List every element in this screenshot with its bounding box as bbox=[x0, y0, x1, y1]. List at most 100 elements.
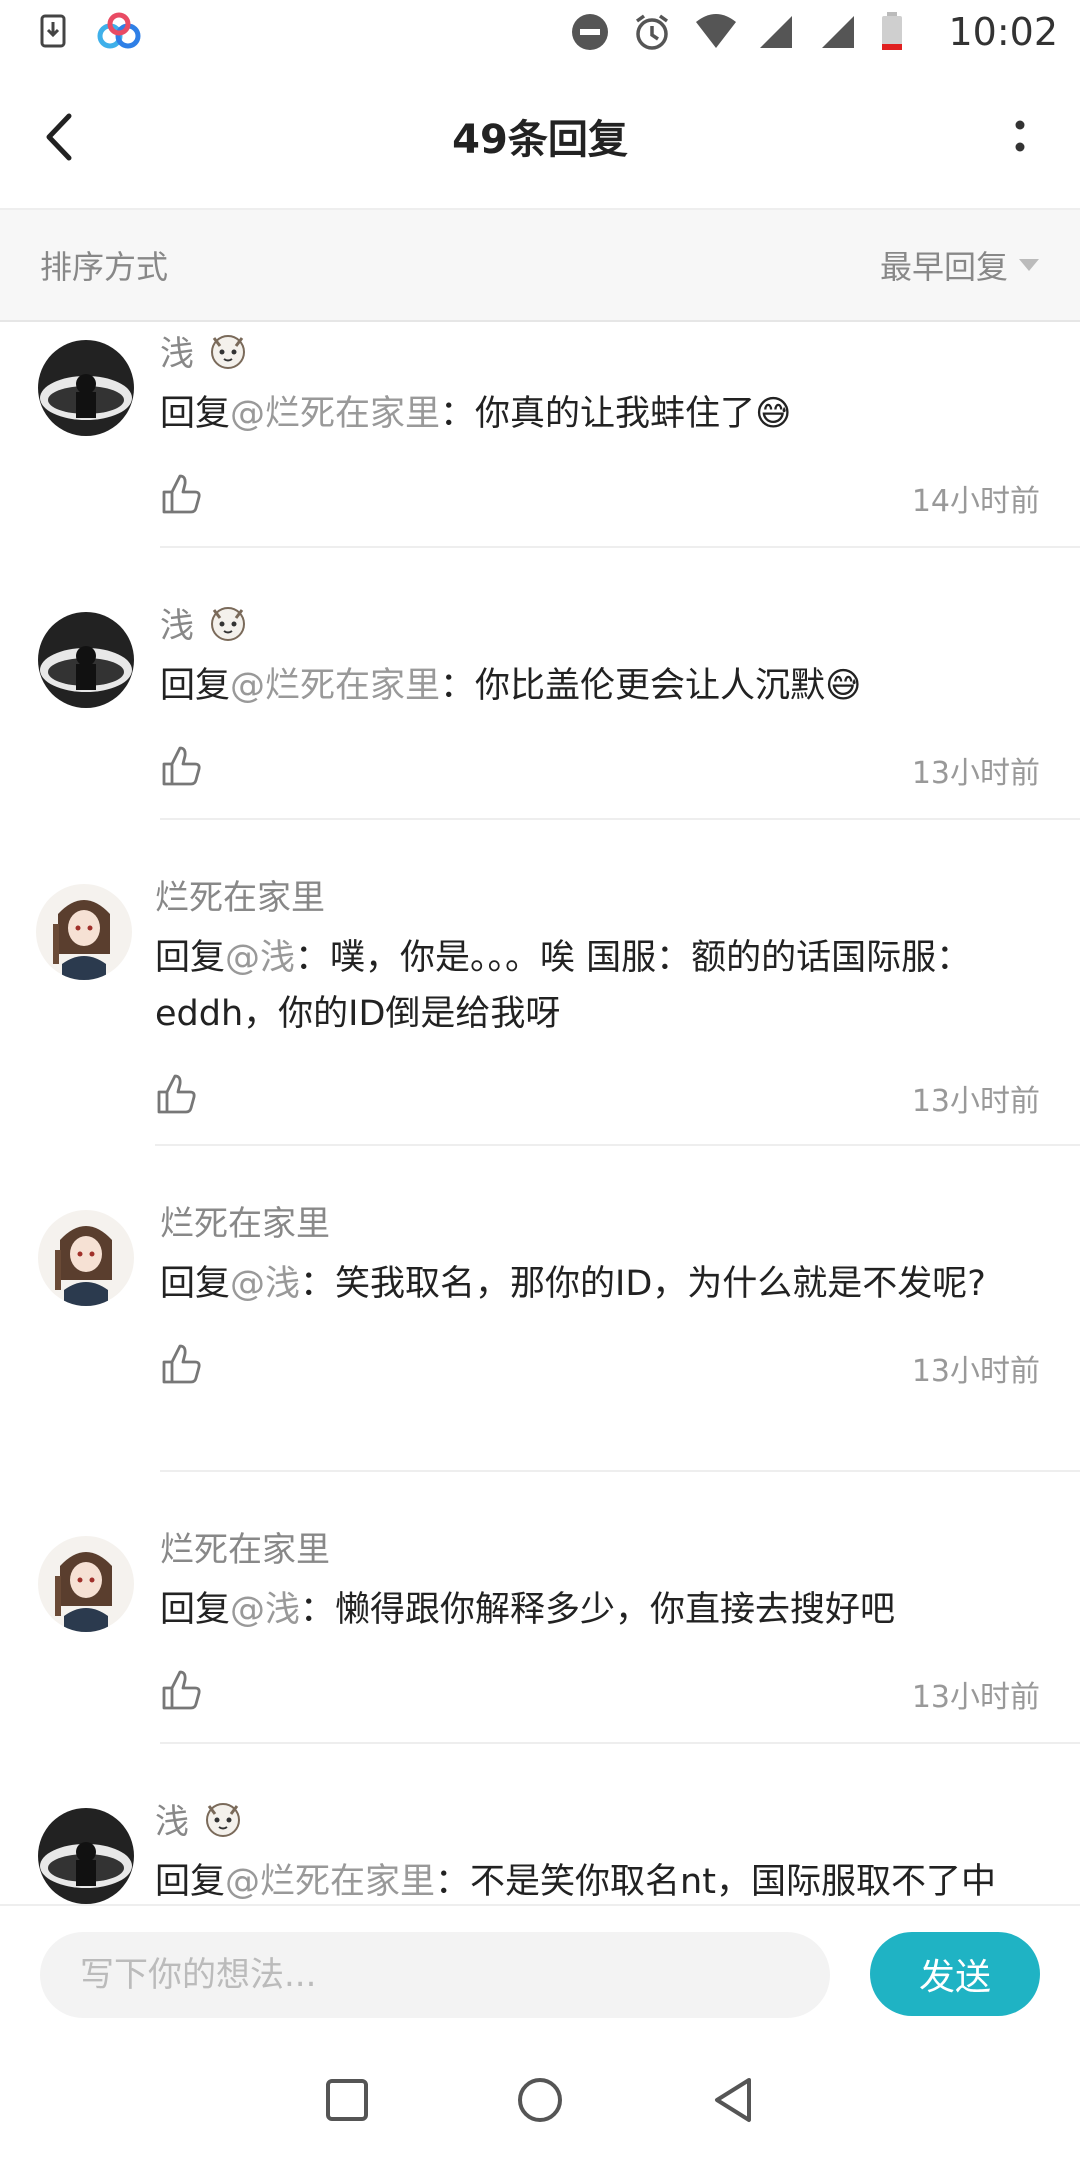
back-nav-button[interactable] bbox=[703, 2070, 763, 2130]
reply-item: 烂死在家里 回复@浅：笑我取名，那你的ID，为什么就是不发呢? 13小时前 bbox=[0, 1192, 1080, 1518]
reply-divider bbox=[160, 546, 1080, 548]
like-button[interactable] bbox=[160, 1668, 208, 1716]
reply-prefix: 回复 bbox=[160, 394, 231, 434]
reply-time: 13小时前 bbox=[911, 1354, 1040, 1389]
app-header: 49条回复 bbox=[0, 64, 1080, 210]
username-text: 烂死在家里 bbox=[160, 1203, 330, 1244]
avatar[interactable] bbox=[38, 612, 134, 708]
reply-time: 13小时前 bbox=[911, 1084, 1040, 1119]
mention-link[interactable]: @浅 bbox=[225, 938, 295, 978]
reply-content: 回复@浅：懒得跟你解释多少，你直接去搜好吧 bbox=[160, 1582, 1040, 1638]
reply-prefix: 回复 bbox=[155, 938, 226, 978]
reply-meta: 14小时前 bbox=[160, 468, 1040, 528]
avatar[interactable] bbox=[38, 340, 134, 436]
reply-divider bbox=[155, 1144, 1080, 1146]
sort-bar: 排序方式 最早回复 bbox=[0, 210, 1080, 322]
username-text: 浅 bbox=[160, 333, 194, 374]
like-button[interactable] bbox=[160, 472, 208, 520]
thumbs-up-icon bbox=[157, 1074, 196, 1114]
reply-username[interactable]: 浅 bbox=[155, 1790, 1040, 1846]
wifi-icon bbox=[694, 12, 737, 52]
reply-meta: 13小时前 bbox=[160, 740, 1040, 800]
sort-dropdown[interactable]: 最早回复 bbox=[880, 242, 1040, 288]
reply-content: 回复@烂死在家里：你真的让我蚌住了😅 bbox=[160, 386, 1040, 442]
reply-prefix: 回复 bbox=[160, 1264, 231, 1304]
more-options-button[interactable] bbox=[990, 107, 1050, 167]
reply-list[interactable]: 浅 回复@烂死在家里：你真的让我蚌住了😅 14小时前 浅 回复@烂死在家里：你比… bbox=[0, 322, 1080, 1904]
reply-text: ：懒得跟你解释多少，你直接去搜好吧 bbox=[300, 1590, 896, 1630]
page-title: 49条回复 bbox=[452, 117, 628, 163]
thumbs-up-icon bbox=[162, 1344, 201, 1384]
username-text: 烂死在家里 bbox=[155, 877, 325, 918]
send-button[interactable]: 发送 bbox=[870, 1932, 1040, 2016]
back-button[interactable] bbox=[34, 102, 84, 172]
reply-content: 回复@浅：噗，你是。。。唉 国服：额的的话国际服：eddh，你的ID倒是给我呀 bbox=[155, 930, 1040, 1042]
mention-link[interactable]: @浅 bbox=[230, 1264, 300, 1304]
recents-button[interactable] bbox=[317, 2070, 377, 2130]
status-bar-left bbox=[34, 12, 141, 52]
thumbs-up-icon bbox=[162, 474, 201, 514]
reply-username[interactable]: 烂死在家里 bbox=[155, 866, 1040, 922]
reply-content: 回复@烂死在家里：不是笑你取名nt，国际服取不了中 bbox=[155, 1854, 1040, 1904]
avatar[interactable] bbox=[38, 1808, 134, 1904]
avatar[interactable] bbox=[38, 1210, 134, 1306]
caret-down-icon bbox=[1019, 259, 1039, 271]
square-icon bbox=[325, 2079, 368, 2121]
reply-divider bbox=[160, 818, 1080, 820]
reply-meta: 13小时前 bbox=[160, 1664, 1040, 1724]
home-button[interactable] bbox=[510, 2070, 570, 2130]
reply-text: ：你比盖伦更会让人沉默😅 bbox=[440, 666, 862, 706]
more-vertical-icon bbox=[1015, 120, 1025, 152]
baidu-cloud-icon bbox=[96, 12, 141, 52]
reply-meta: 13小时前 bbox=[160, 1338, 1040, 1398]
comment-input[interactable] bbox=[40, 1932, 830, 2018]
like-button[interactable] bbox=[160, 1342, 208, 1390]
reply-prefix: 回复 bbox=[155, 1862, 226, 1902]
reply-item: 浅 回复@烂死在家里：你真的让我蚌住了😅 14小时前 bbox=[0, 322, 1080, 594]
reply-username[interactable]: 烂死在家里 bbox=[160, 1192, 1040, 1248]
chevron-left-icon bbox=[46, 113, 72, 161]
user-badge-icon bbox=[206, 600, 250, 644]
avatar[interactable] bbox=[36, 884, 132, 980]
reply-content: 回复@烂死在家里：你比盖伦更会让人沉默😅 bbox=[160, 658, 1040, 714]
reply-divider bbox=[160, 1470, 1080, 1472]
status-bar-right: 10:02 bbox=[570, 10, 1058, 54]
reply-text: ：不是笑你取名nt，国际服取不了中 bbox=[435, 1862, 996, 1902]
reply-item: 浅 回复@烂死在家里：你比盖伦更会让人沉默😅 13小时前 bbox=[0, 594, 1080, 866]
alarm-icon bbox=[632, 12, 672, 52]
username-text: 浅 bbox=[160, 605, 194, 646]
username-text: 浅 bbox=[155, 1801, 189, 1842]
reply-item: 烂死在家里 回复@浅：噗，你是。。。唉 国服：额的的话国际服：eddh，你的ID… bbox=[0, 866, 1080, 1192]
status-time: 10:02 bbox=[948, 10, 1058, 54]
sort-value-label: 最早回复 bbox=[879, 248, 1008, 286]
like-button[interactable] bbox=[155, 1072, 203, 1120]
reply-meta: 13小时前 bbox=[155, 1068, 1040, 1128]
reply-time: 13小时前 bbox=[911, 1680, 1040, 1715]
battery-low-icon bbox=[880, 12, 920, 52]
system-nav-bar bbox=[0, 2040, 1080, 2160]
thumbs-up-icon bbox=[162, 1670, 201, 1710]
dnd-icon bbox=[570, 12, 610, 52]
mention-link[interactable]: @浅 bbox=[230, 1590, 300, 1630]
reply-username[interactable]: 浅 bbox=[160, 594, 1040, 650]
triangle-back-icon bbox=[715, 2078, 752, 2122]
mention-link[interactable]: @烂死在家里 bbox=[230, 666, 440, 706]
username-text: 烂死在家里 bbox=[160, 1529, 330, 1570]
reply-username[interactable]: 烂死在家里 bbox=[160, 1518, 1040, 1574]
reply-time: 13小时前 bbox=[911, 756, 1040, 791]
sort-label: 排序方式 bbox=[40, 248, 169, 286]
signal-icon-2 bbox=[818, 12, 858, 52]
comment-input-bar: 发送 bbox=[0, 1904, 1080, 2040]
reply-content: 回复@浅：笑我取名，那你的ID，为什么就是不发呢? bbox=[160, 1256, 1040, 1312]
reply-prefix: 回复 bbox=[160, 666, 231, 706]
user-badge-icon bbox=[206, 328, 250, 372]
like-button[interactable] bbox=[160, 744, 208, 792]
reply-item: 烂死在家里 回复@浅：懒得跟你解释多少，你直接去搜好吧 13小时前 bbox=[0, 1518, 1080, 1790]
mention-link[interactable]: @烂死在家里 bbox=[230, 394, 440, 434]
thumbs-up-icon bbox=[162, 746, 201, 786]
reply-username[interactable]: 浅 bbox=[160, 322, 1040, 378]
reply-item: 浅 回复@烂死在家里：不是笑你取名nt，国际服取不了中 bbox=[0, 1790, 1080, 1904]
reply-prefix: 回复 bbox=[160, 1590, 231, 1630]
mention-link[interactable]: @烂死在家里 bbox=[225, 1862, 435, 1902]
avatar[interactable] bbox=[38, 1536, 134, 1632]
